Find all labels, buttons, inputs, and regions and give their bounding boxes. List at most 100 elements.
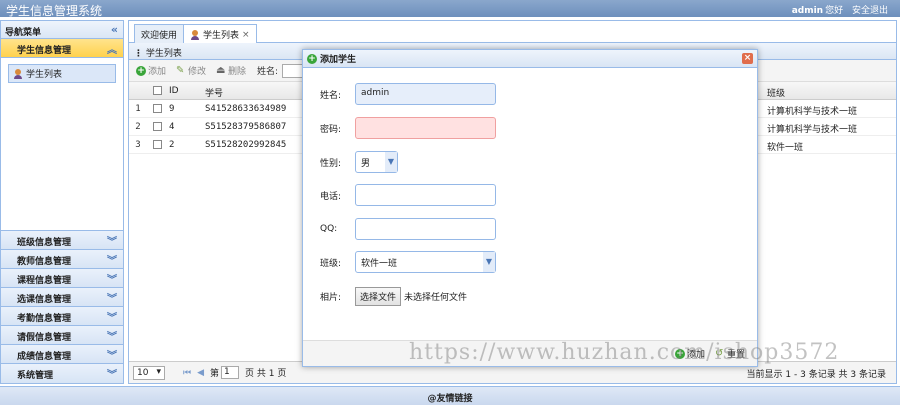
name-filter-label: 姓名: [257,67,279,77]
dialog-title: 添加学生 [320,55,357,65]
chevron-down-icon[interactable]: ▼ [385,152,397,172]
tab-label: 欢迎使用 [141,30,178,41]
row-checkbox[interactable] [153,140,162,149]
chevron-down-icon[interactable]: ︾ [107,233,117,248]
sidebar-section-label: 学生信息管理 [17,46,72,56]
sidebar-section-class[interactable]: 班级信息管理 ︾ [1,231,123,250]
sidebar-section-label: 课程信息管理 [17,276,72,286]
footer: @友情链接 [0,386,900,405]
panel-handle-icon: ⋮ [134,49,143,59]
password-label: 密码: [320,124,342,135]
edit-label: 修改 [188,67,207,77]
sidebar-section-label: 选课信息管理 [17,295,72,305]
form-row-gender: 性别: 男 ▼ [320,151,398,173]
user-icon [190,29,200,40]
name-input[interactable]: admin [355,83,496,105]
header-sn[interactable]: 学号 [205,86,223,99]
user-area: admin 您好 安全退出 [792,3,888,16]
chevron-down-icon[interactable]: ︾ [107,252,117,267]
row-number: 1 [135,104,141,114]
select-all-checkbox[interactable] [153,86,162,95]
sidebar-item-student-list[interactable]: 学生列表 [8,64,116,83]
chevron-down-icon[interactable]: ︾ [107,290,117,305]
sidebar-section-system[interactable]: 系统管理 ︾ [1,364,123,383]
sidebar-section-label: 教师信息管理 [17,257,72,267]
password-input[interactable] [355,117,496,139]
header-id[interactable]: ID [169,86,179,96]
sidebar-section-leave[interactable]: 请假信息管理 ︾ [1,326,123,345]
class-select[interactable]: 软件一班 ▼ [355,251,496,273]
prev-page-icon[interactable]: ◀ [197,368,204,378]
sidebar-section-student[interactable]: 学生信息管理 ︽ [1,39,123,58]
dialog-header: + 添加学生 × [303,50,757,68]
close-icon[interactable]: × [242,30,250,40]
sidebar-section-attendance[interactable]: 考勤信息管理 ︾ [1,307,123,326]
pager-info: 当前显示 1 - 3 条记录 共 3 条记录 [746,370,886,380]
choose-file-button[interactable]: 选择文件 [355,287,402,306]
sidebar-section-label: 考勤信息管理 [17,314,72,324]
sidebar-section-course[interactable]: 课程信息管理 ︾ [1,269,123,288]
form-row-photo: 相片: 选择文件 未选择任何文件 [320,287,467,306]
collapse-sidebar-icon[interactable]: « [111,23,118,36]
delete-button[interactable]: ⏏ 删除 [213,64,249,77]
add-icon: + [307,53,317,64]
pencil-icon: ✎ [176,64,185,76]
page-input-value: 1 [224,367,230,377]
chevron-up-icon[interactable]: ︽ [107,41,117,56]
row-checkbox[interactable] [153,104,162,113]
cell-id: 4 [169,122,175,132]
row-number: 3 [135,140,141,150]
chevron-down-icon[interactable]: ︾ [107,328,117,343]
page-input[interactable]: 1 [221,366,240,379]
close-icon[interactable]: × [742,53,753,64]
phone-input[interactable] [355,184,496,206]
header-class[interactable]: 班级 [767,86,785,99]
username: admin [791,6,824,16]
form-row-phone: 电话: [320,184,496,206]
tab-welcome[interactable]: 欢迎使用 [134,24,185,43]
form-row-password: 密码: [320,117,496,139]
chevron-down-icon[interactable]: ︾ [107,347,117,362]
chevron-down-icon[interactable]: ︾ [107,366,117,381]
watermark: https://www.huzhan.com/ishop3572 [409,340,840,365]
add-icon: + [136,65,146,76]
sidebar-section-label: 系统管理 [17,371,54,381]
form-row-qq: QQ: [320,218,496,240]
sidebar-section-body: 学生列表 [1,58,123,231]
add-button[interactable]: + 添加 [133,64,169,77]
app-title: 学生信息管理系统 [6,4,103,18]
add-student-dialog: + 添加学生 × 姓名: admin 密码: 性别: 男 ▼ 电话: QQ: 班级… [302,49,758,367]
cell-class: 计算机科学与技术一班 [767,125,858,135]
sidebar-section-selection[interactable]: 选课信息管理 ︾ [1,288,123,307]
qq-input[interactable] [355,218,496,240]
gender-label: 性别: [320,158,342,169]
row-number: 2 [135,122,141,132]
sidebar: 导航菜单 « 学生信息管理 ︽ 学生列表 班级信息管理 ︾ 教师信息管理 ︾ 课程信… [0,20,124,384]
logout-link[interactable]: 安全退出 [852,6,888,16]
sidebar-section-teacher[interactable]: 教师信息管理 ︾ [1,250,123,269]
edit-button[interactable]: ✎ 修改 [173,64,209,77]
add-label: 添加 [148,67,167,77]
user-icon [13,68,23,79]
sidebar-section-label: 请假信息管理 [17,333,72,343]
gender-select[interactable]: 男 ▼ [355,151,398,173]
gender-value: 男 [361,159,371,169]
chevron-down-icon[interactable]: ︾ [107,271,117,286]
panel-title: 学生列表 [145,49,182,59]
delete-icon: ⏏ [216,64,226,76]
tab-student-list[interactable]: 学生列表 × [183,24,257,44]
sidebar-section-label: 成绩信息管理 [17,352,72,362]
page-size-select[interactable]: 10 [133,365,165,380]
class-value: 软件一班 [361,259,398,269]
cell-sn: S51528202992845 [205,140,287,150]
form-row-class: 班级: 软件一班 ▼ [320,251,496,273]
chevron-down-icon[interactable]: ︾ [107,309,117,324]
first-page-icon[interactable]: ⏮ [183,368,191,378]
phone-label: 电话: [320,191,342,202]
class-label: 班级: [320,258,342,269]
form-row-name: 姓名: admin [320,83,496,105]
chevron-down-icon[interactable]: ▼ [483,252,495,272]
sidebar-section-score[interactable]: 成绩信息管理 ︾ [1,345,123,364]
cell-class: 计算机科学与技术一班 [767,107,858,117]
row-checkbox[interactable] [153,122,162,131]
